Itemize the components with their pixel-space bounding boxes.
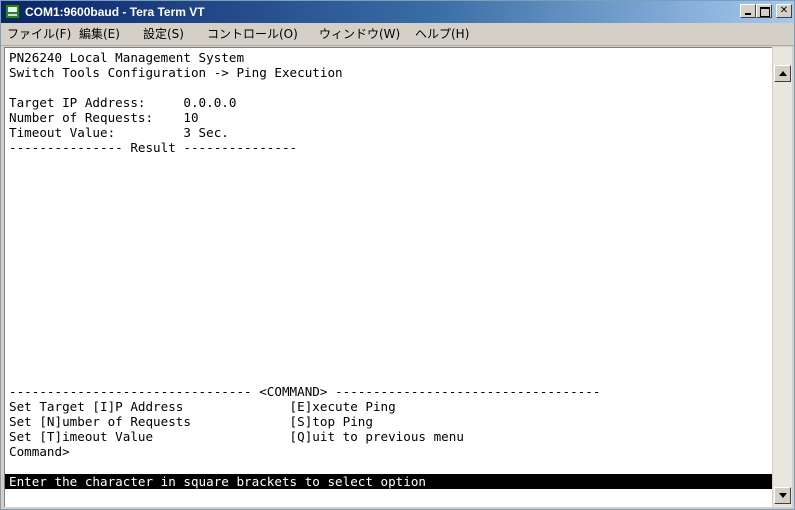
scroll-up-button[interactable] — [774, 65, 791, 82]
minimize-button[interactable] — [740, 4, 756, 18]
status-bar: Enter the character in square brackets t… — [5, 474, 772, 489]
terminal-line-system-title: PN26240 Local Management System — [9, 50, 245, 65]
teraterm-window: COM1:9600baud - Tera Term VT ✕ ファイル(F) 編… — [0, 0, 795, 510]
command-option-timeout-quit: Set [T]imeout Value [Q]uit to previous m… — [9, 429, 464, 444]
menu-edit[interactable]: 編集(E) — [79, 26, 120, 42]
close-icon: ✕ — [779, 5, 789, 16]
menu-file[interactable]: ファイル(F) — [7, 26, 71, 42]
terminal-line-requests: Number of Requests: 10 — [9, 110, 199, 125]
menu-control[interactable]: コントロール(O) — [207, 26, 298, 42]
status-text: Enter the character in square brackets t… — [9, 474, 427, 489]
menu-window[interactable]: ウィンドウ(W) — [319, 26, 400, 42]
command-prompt[interactable]: Command> — [9, 444, 70, 459]
menu-help[interactable]: ヘルプ(H) — [415, 26, 469, 42]
close-button[interactable]: ✕ — [776, 4, 792, 18]
title-bar[interactable]: COM1:9600baud - Tera Term VT ✕ — [1, 1, 794, 23]
command-option-requests-stop: Set [N]umber of Requests [S]top Ping — [9, 414, 373, 429]
terminal-line-timeout: Timeout Value: 3 Sec. — [9, 125, 229, 140]
terminal-screen[interactable]: PN26240 Local Management System Switch T… — [4, 47, 772, 507]
teraterm-app-icon[interactable] — [5, 4, 20, 19]
terminal-line-result-header: --------------- Result --------------- — [9, 140, 298, 155]
menu-bar: ファイル(F) 編集(E) 設定(S) コントロール(O) ウィンドウ(W) ヘ… — [1, 23, 794, 46]
terminal-command-header: -------------------------------- <COMMAN… — [9, 384, 601, 399]
vertical-scrollbar[interactable] — [773, 47, 792, 507]
scroll-up-arrow-icon — [779, 71, 787, 76]
scroll-down-arrow-icon — [779, 493, 787, 498]
terminal-line-target-ip: Target IP Address: 0.0.0.0 — [9, 95, 237, 110]
menu-setup[interactable]: 設定(S) — [143, 26, 184, 42]
scroll-down-button[interactable] — [774, 487, 791, 504]
window-title: COM1:9600baud - Tera Term VT — [25, 5, 205, 19]
command-option-ip-execute: Set Target [I]P Address [E]xecute Ping — [9, 399, 396, 414]
maximize-button[interactable] — [756, 4, 772, 18]
terminal-line-breadcrumb: Switch Tools Configuration -> Ping Execu… — [9, 65, 343, 80]
